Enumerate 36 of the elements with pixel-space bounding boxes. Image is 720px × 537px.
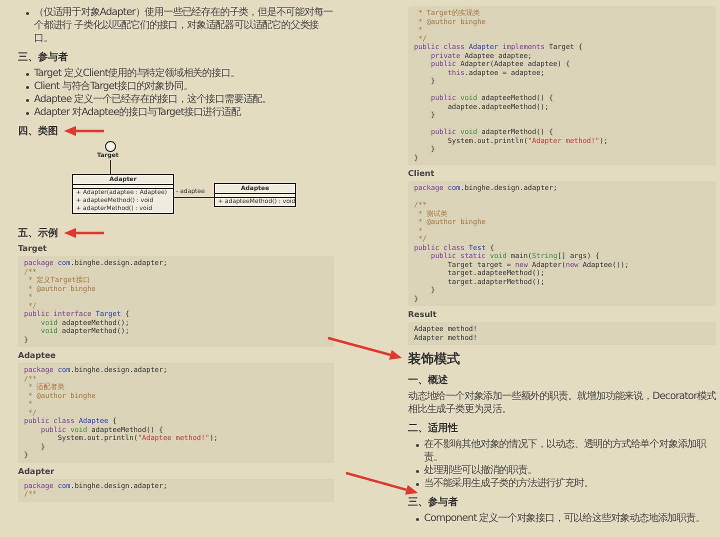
annotation-arrow xyxy=(64,228,104,238)
code-caption: Client xyxy=(408,169,436,178)
bullet-icon xyxy=(26,12,29,15)
list-item: （仅适用于对象Adapter）使用一些已经存在的子类，但是不可能对每一个都进行 子类化以匹配它们的接口，对象适配器可以适配它的父类接口。 xyxy=(34,6,334,45)
section-heading: 一、概述 xyxy=(408,374,448,387)
section-heading: 三、参与者 xyxy=(408,496,458,509)
section-heading: 二、适用性 xyxy=(408,422,458,435)
list-item: 在不影响其他对象的情况下，以动态、透明的方式给单个对象添加职责。 xyxy=(424,438,708,464)
code-caption: Adapter xyxy=(18,466,56,476)
bullet-icon xyxy=(26,99,29,102)
list-item: 处理那些可以撤消的职责。 xyxy=(424,464,537,477)
code-caption: Result xyxy=(408,310,438,319)
paragraph: 动态地给一个对象添加一些额外的职责。就增加功能来说，Decorator模式相比生成子类更为灵活。 xyxy=(408,390,716,416)
chapter-title: 装饰模式 xyxy=(408,351,460,368)
list-item: Client 与符合Target接口的对象协同。 xyxy=(34,80,193,93)
section-heading: 五、示例 xyxy=(18,226,58,240)
section-heading: 三、参与者 xyxy=(18,50,68,64)
bullet-icon xyxy=(416,518,419,521)
code-caption: Adaptee xyxy=(18,351,57,360)
list-item: Adaptee 定义一个已经存在的接口，这个接口需要适配。 xyxy=(34,93,272,106)
list-item: 当不能采用生成子类的方法进行扩充时。 xyxy=(424,477,594,490)
bullet-icon xyxy=(26,73,29,76)
section-heading: 四、类图 xyxy=(18,124,58,138)
connector-line xyxy=(110,160,111,174)
annotation-arrow xyxy=(64,126,104,136)
bullet-icon xyxy=(26,86,29,89)
association-line xyxy=(173,197,214,198)
list-item: Target 定义Client使用的与特定领域相关的接口。 xyxy=(34,67,240,80)
bullet-icon xyxy=(416,470,419,473)
list-item: Adapter 对Adaptee的接口与Target接口进行适配 xyxy=(34,106,240,119)
code-caption: Target xyxy=(18,244,48,253)
bullet-icon xyxy=(26,112,29,115)
list-item: Component 定义一个对象接口，可以给这些对象动态地添加职责。 xyxy=(424,512,705,525)
bullet-icon xyxy=(416,444,419,447)
interface-icon xyxy=(105,141,116,152)
bullet-icon xyxy=(416,483,419,486)
